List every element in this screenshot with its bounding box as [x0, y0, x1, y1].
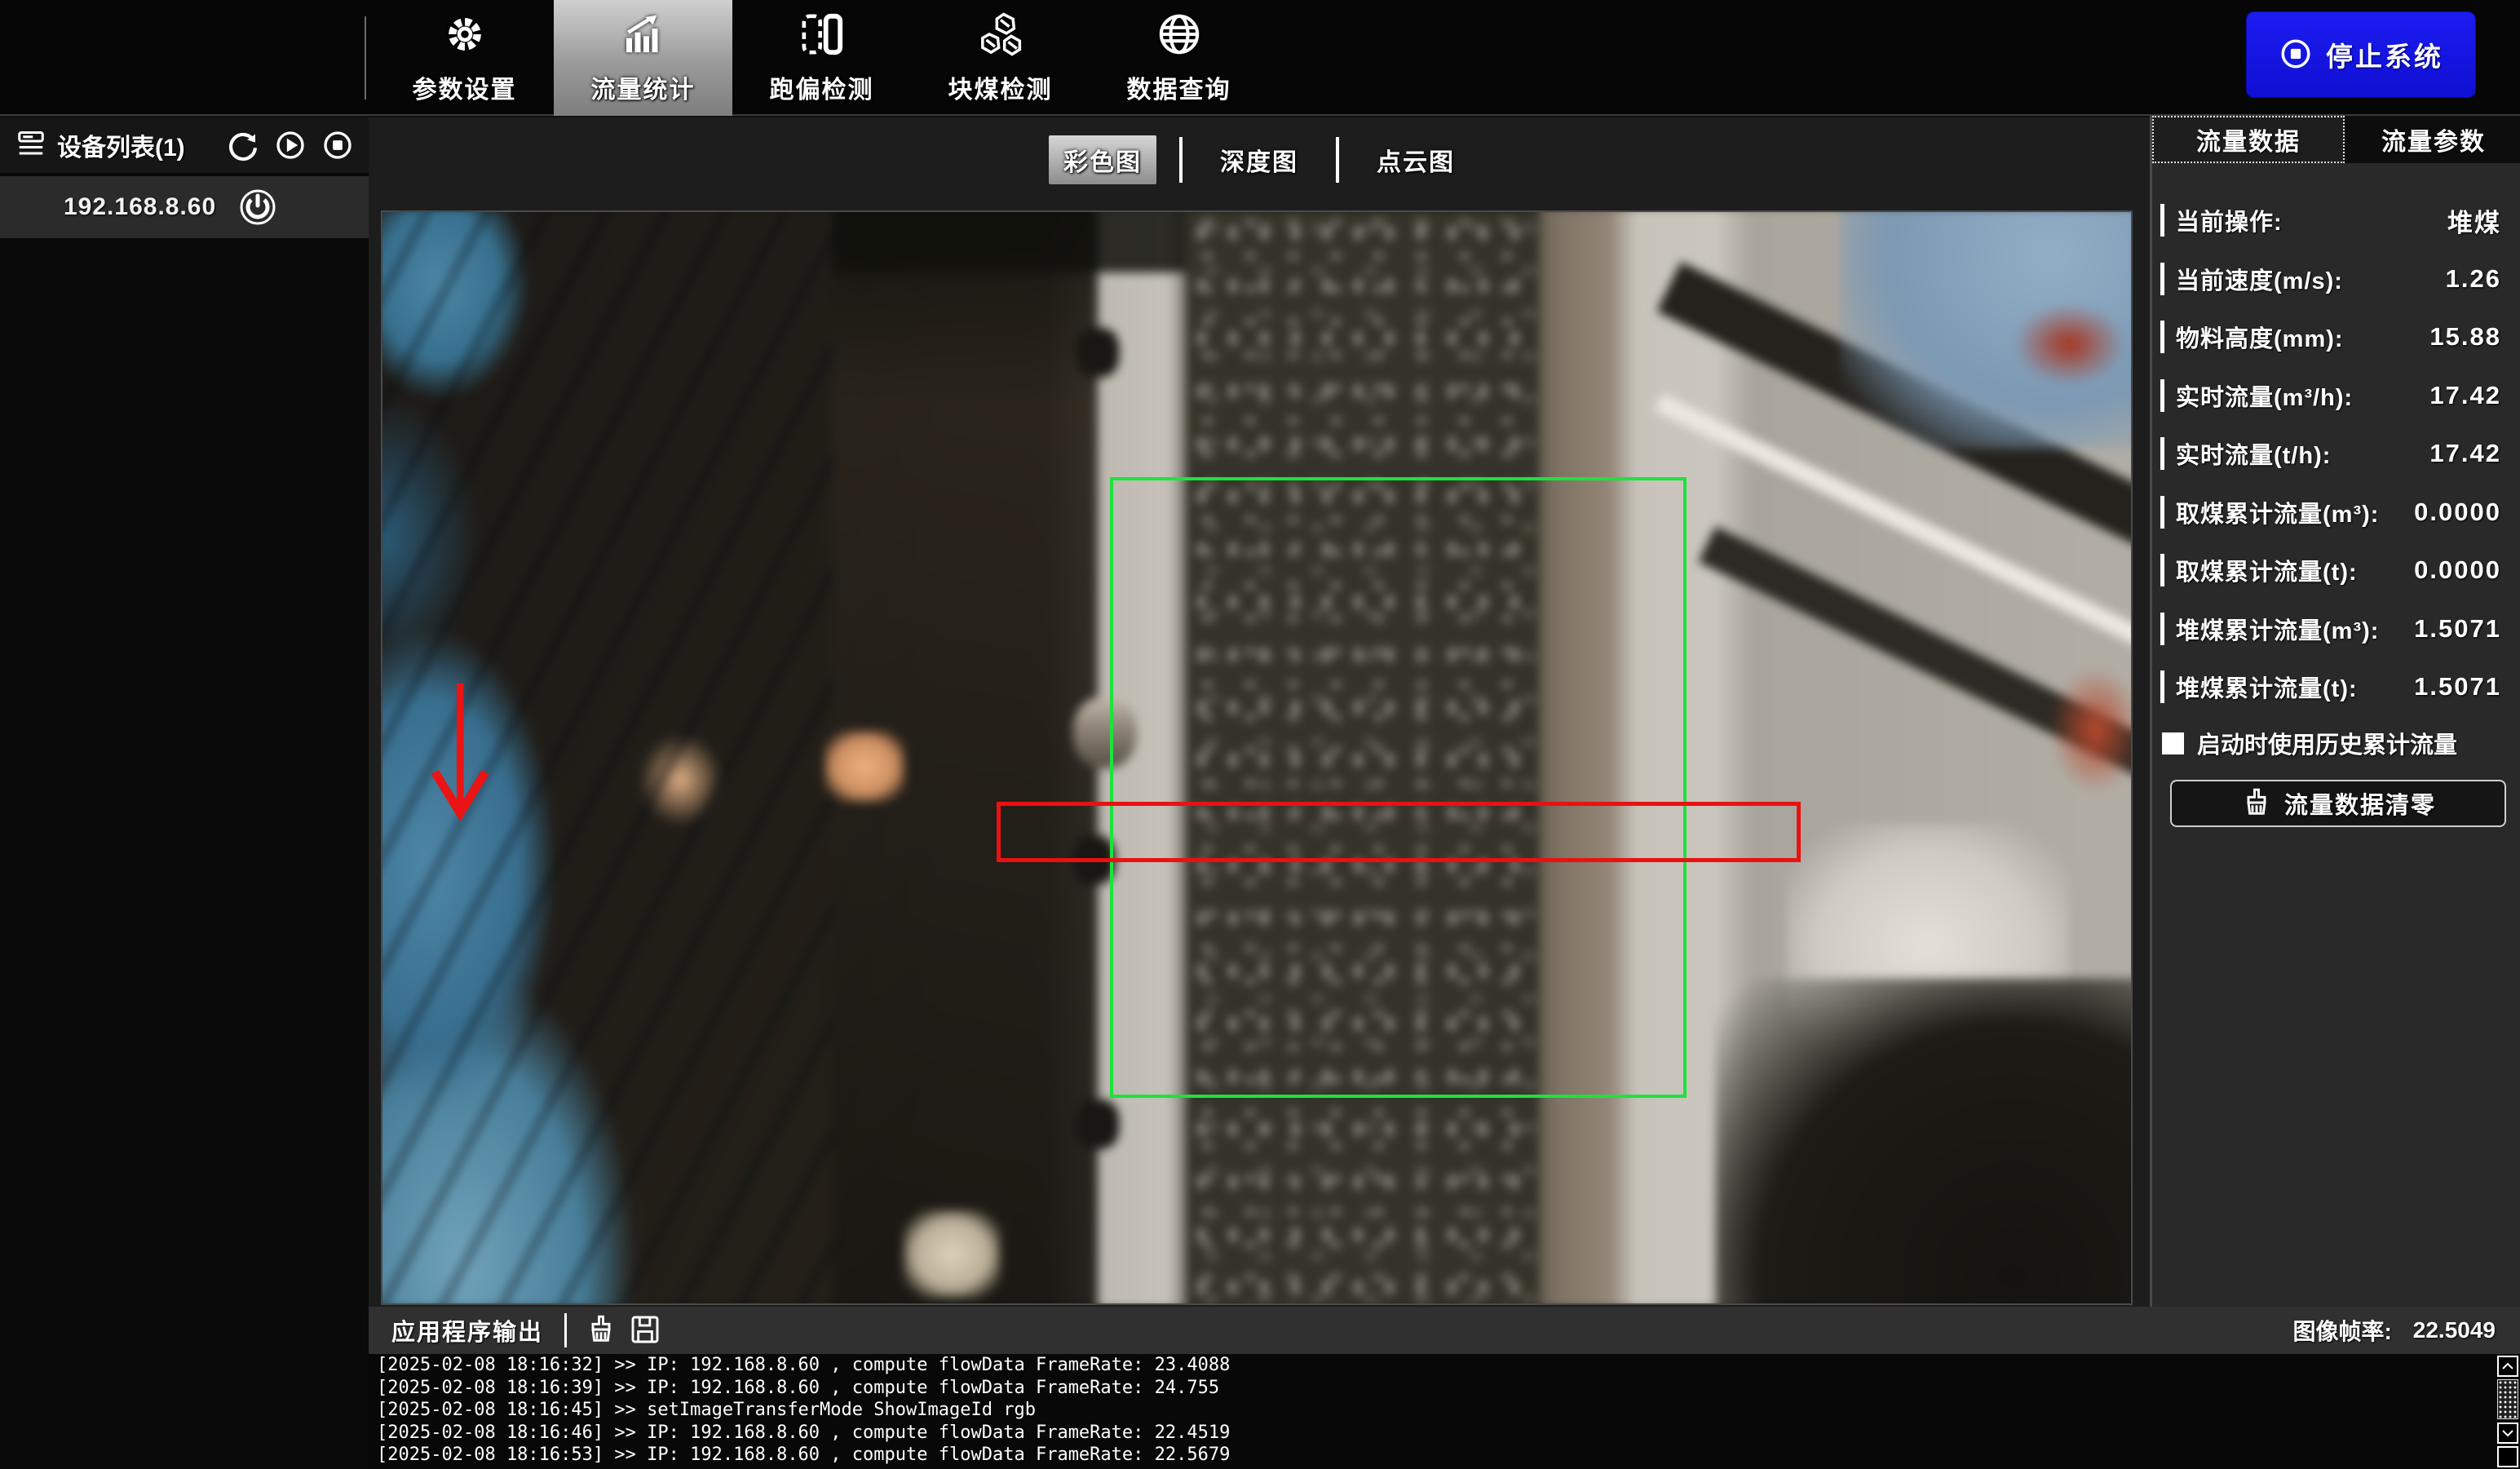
coal-flow-monitor-app: 参数设置 流量统计 跑偏检测 [0, 0, 2520, 1469]
gear-icon [442, 11, 488, 61]
scroll-down-button[interactable] [2497, 1423, 2518, 1444]
nav-label: 跑偏检测 [770, 69, 874, 105]
row-value: 0.0000 [2414, 498, 2501, 527]
device-row[interactable]: 192.168.8.60 [0, 176, 369, 238]
brush-icon [2240, 786, 2273, 821]
measurement-band-overlay [997, 802, 1801, 863]
row-value: 1.5071 [2414, 614, 2501, 644]
log-line: [2025-02-08 18:16:46] >> IP: 192.168.8.6… [369, 1422, 2520, 1445]
log-console: [2025-02-08 18:16:32] >> IP: 192.168.8.6… [369, 1354, 2520, 1469]
bar-chart-icon [621, 11, 666, 61]
camera-video-feed [381, 210, 2133, 1305]
data-row-realtime-flow-th: 实时流量(t/h): 17.42 [2160, 435, 2514, 472]
main-nav: 参数设置 流量统计 跑偏检测 [375, 0, 1268, 116]
row-value: 堆煤 [2447, 202, 2501, 239]
nav-label: 块煤检测 [948, 69, 1053, 105]
scroll-up-button[interactable] [2497, 1356, 2518, 1377]
flow-panel-tabs: 流量数据 流量参数 [2152, 116, 2520, 163]
row-value: 1.26 [2446, 264, 2501, 294]
log-line: [2025-02-08 18:16:39] >> IP: 192.168.8.6… [369, 1377, 2520, 1400]
clear-flow-data-button[interactable]: 流量数据清零 [2170, 780, 2506, 827]
stop-icon [2279, 37, 2313, 73]
row-value: 17.42 [2429, 381, 2501, 410]
output-title: 应用程序输出 [391, 1313, 543, 1347]
tab-separator [1336, 137, 1339, 183]
row-value: 0.0000 [2414, 555, 2501, 585]
device-list-title: 设备列表(1) [57, 127, 214, 163]
tab-flow-params[interactable]: 流量参数 [2345, 116, 2520, 163]
refresh-devices-button[interactable] [225, 127, 261, 163]
data-row-take-coal-total-m3: 取煤累计流量(m³): 0.0000 [2160, 493, 2514, 531]
flow-data-panel: 流量数据 流量参数 当前操作: 堆煤 当前速度(m/s): 1.26 物料高度(… [2150, 116, 2520, 1307]
data-row-stack-coal-total-t: 堆煤累计流量(t): 1.5071 [2160, 668, 2514, 706]
nav-coal-lump-detect[interactable]: 块煤检测 [911, 0, 1090, 116]
device-ip: 192.168.8.60 [64, 193, 238, 221]
detection-zone-overlay [1110, 477, 1687, 1098]
nav-flow-statistics[interactable]: 流量统计 [554, 0, 732, 116]
tab-label: 流量参数 [2381, 122, 2486, 157]
output-separator [564, 1313, 567, 1347]
flow-direction-arrow-icon [421, 676, 499, 840]
nav-label: 数据查询 [1127, 69, 1231, 105]
data-row-stack-coal-total-m3: 堆煤累计流量(m³): 1.5071 [2160, 610, 2514, 648]
image-mode-tabs: 彩色图 深度图 点云图 [369, 134, 2150, 186]
tab-color-image[interactable]: 彩色图 [1049, 135, 1156, 184]
row-value: 15.88 [2429, 322, 2501, 352]
globe-icon [1156, 11, 1202, 61]
tab-separator [1179, 137, 1183, 183]
nav-data-query[interactable]: 数据查询 [1090, 0, 1268, 116]
data-row-material-height: 物料高度(mm): 15.88 [2160, 318, 2514, 356]
device-list-header: 设备列表(1) [0, 117, 369, 175]
tab-label: 点云图 [1377, 142, 1455, 178]
checkbox-icon[interactable] [2162, 732, 2184, 754]
scroll-page-button[interactable] [2497, 1446, 2518, 1467]
frame-rate-value: 22.5049 [2413, 1317, 2496, 1343]
top-toolbar: 参数设置 流量统计 跑偏检测 [0, 0, 2520, 116]
log-line: [2025-02-08 18:16:53] >> IP: 192.168.8.6… [369, 1444, 2520, 1467]
log-line: [2025-02-08 18:16:45] >> setImageTransfe… [369, 1399, 2520, 1422]
stop-system-label: 停止系统 [2326, 35, 2443, 74]
belt-deviation-icon [799, 11, 845, 61]
main-view: 彩色图 深度图 点云图 [369, 117, 2150, 1307]
tab-label: 深度图 [1220, 142, 1298, 178]
save-log-floppy-icon[interactable] [629, 1313, 663, 1347]
power-icon[interactable] [238, 188, 277, 227]
nav-param-settings[interactable]: 参数设置 [375, 0, 554, 116]
output-bar: 应用程序输出 图像帧率: 22.5049 [369, 1307, 2520, 1354]
frame-rate-label: 图像帧率: [2292, 1314, 2391, 1347]
stop-all-button[interactable] [320, 127, 356, 163]
scrollbar-thumb[interactable] [2497, 1379, 2518, 1419]
tab-depth-image[interactable]: 深度图 [1205, 135, 1313, 184]
clear-button-label: 流量数据清零 [2284, 786, 2436, 821]
device-sidebar: 设备列表(1) 192.168.8.60 [0, 117, 369, 1469]
stop-system-button[interactable]: 停止系统 [2246, 11, 2476, 98]
play-all-button[interactable] [272, 127, 308, 163]
use-history-total-checkbox[interactable]: 启动时使用历史累计流量 [2162, 727, 2513, 759]
data-row-realtime-flow-m3h: 实时流量(m³/h): 17.42 [2160, 377, 2514, 414]
data-row-current-speed: 当前速度(m/s): 1.26 [2160, 260, 2514, 298]
row-value: 17.42 [2429, 439, 2501, 468]
data-row-current-operation: 当前操作: 堆煤 [2160, 201, 2514, 239]
tab-flow-data[interactable]: 流量数据 [2152, 116, 2345, 163]
nav-label: 参数设置 [413, 69, 517, 105]
checkbox-label: 启动时使用历史累计流量 [2197, 726, 2457, 760]
clear-log-brush-icon[interactable] [585, 1313, 619, 1347]
frame-rate-status: 图像帧率: 22.5049 [2292, 1314, 2496, 1347]
nav-label: 流量统计 [591, 69, 696, 105]
data-row-take-coal-total-t: 取煤累计流量(t): 0.0000 [2160, 551, 2514, 589]
tab-label: 流量数据 [2196, 122, 2301, 157]
row-value: 1.5071 [2414, 672, 2501, 701]
device-list-icon [16, 129, 46, 162]
coal-lump-icon [978, 11, 1023, 61]
log-line: [2025-02-08 18:16:32] >> IP: 192.168.8.6… [369, 1354, 2520, 1377]
tab-label: 彩色图 [1063, 142, 1142, 178]
tab-point-cloud[interactable]: 点云图 [1362, 135, 1470, 184]
log-scrollbar [2497, 1354, 2520, 1469]
toolbar-divider [365, 16, 366, 100]
nav-belt-deviation-detect[interactable]: 跑偏检测 [732, 0, 911, 116]
